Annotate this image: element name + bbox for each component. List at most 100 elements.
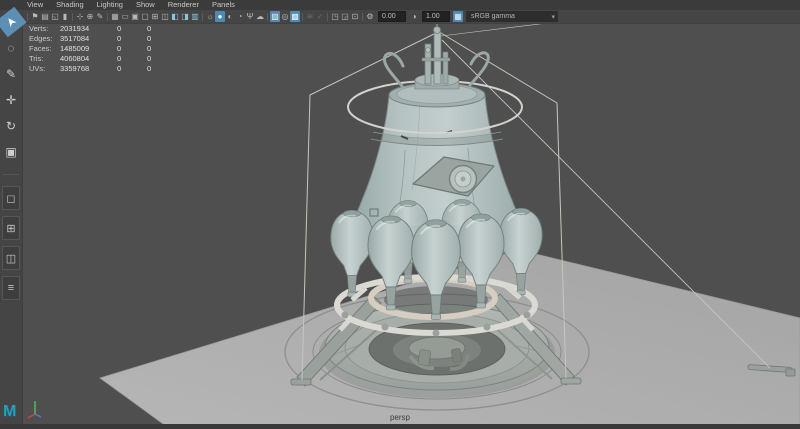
toolbar-icon-group: ◑: [409, 11, 419, 22]
frame-all-icon[interactable]: ◧: [170, 11, 180, 22]
two-pane-layout-button[interactable]: ◫: [2, 246, 20, 270]
menu-show[interactable]: Show: [136, 0, 155, 10]
wireframe-on-shaded-icon[interactable]: ◐: [225, 11, 235, 22]
resolution-gate-icon[interactable]: ▣: [130, 11, 140, 22]
field-chart-icon[interactable]: ⊕: [85, 11, 95, 22]
hud-label: Faces:: [29, 44, 60, 53]
chevron-down-icon: ▾: [551, 13, 555, 21]
hud-col1: 0: [117, 44, 147, 53]
hud-value: 3359768: [60, 64, 117, 73]
isolate-select-icon[interactable]: ⊹: [75, 11, 85, 22]
hud-col1: 0: [117, 34, 147, 43]
toolbar-separator: [267, 13, 268, 21]
hud-col2: 0: [147, 44, 177, 53]
panel-toolbar: ⚑▤◱▮⊹⊕✎▦▭▣▢⊞◫◧◨▥☼●◐◔Ψ☁▨◎▩≋✓◳◲⊡⚙ 0.00 ◑ 1…: [22, 10, 800, 24]
camera-label: persp: [0, 413, 800, 422]
grid-icon[interactable]: ▦: [110, 11, 120, 22]
menu-shading[interactable]: Shading: [56, 0, 84, 10]
safe-action-icon[interactable]: ⊞: [150, 11, 160, 22]
hud-value: 1485009: [60, 44, 117, 53]
snapshot-icon[interactable]: ◳: [330, 11, 340, 22]
toolbar-icon-group: ⚑▤◱▮ ⊹⊕✎ ▦▭▣▢⊞◫◧◨▥ ☼●◐◔Ψ☁ ▨◎▩ ≋✓ ◳◲⊡ ⚙: [25, 11, 375, 22]
fog-icon[interactable]: ≋: [305, 11, 315, 22]
grease-pencil-icon[interactable]: ▮: [60, 11, 70, 22]
toolbar-separator: [302, 13, 303, 21]
motion-blur-icon[interactable]: ▩: [290, 11, 300, 22]
shaded-display-icon[interactable]: ●: [215, 11, 225, 22]
toolbar-separator: [72, 13, 73, 21]
camera-attributes-icon[interactable]: ▥: [190, 11, 200, 22]
hud-row-verts: Verts: 2031934 0 0: [29, 23, 177, 33]
exposure-field[interactable]: 0.00: [378, 11, 406, 22]
tool-box-separator: [3, 174, 19, 175]
screen-space-ao-icon[interactable]: ▨: [270, 11, 280, 22]
menu-lighting[interactable]: Lighting: [97, 0, 123, 10]
hud-col1: 0: [117, 54, 147, 63]
hud-row-uvs: UVs: 3359768 0 0: [29, 63, 177, 73]
hud-col1: 0: [117, 64, 147, 73]
hud-value: 3517084: [60, 34, 117, 43]
hud-label: UVs:: [29, 64, 60, 73]
hud-col2: 0: [147, 54, 177, 63]
toolbar-icon-group: ▦: [453, 11, 463, 22]
hud-col2: 0: [147, 34, 177, 43]
hud-col2: 0: [147, 24, 177, 33]
textured-display-icon[interactable]: ◔: [235, 11, 245, 22]
hud-value: 2031934: [60, 24, 117, 33]
menu-view[interactable]: View: [27, 0, 43, 10]
use-all-lights-icon[interactable]: Ψ: [245, 11, 255, 22]
viewport-bottom-edge: [0, 424, 800, 429]
toolbar-separator: [362, 13, 363, 21]
hud-value: 4060804: [60, 54, 117, 63]
rotate-tool-button[interactable]: ↻: [1, 114, 21, 138]
film-gate-icon[interactable]: ▭: [120, 11, 130, 22]
tool-box: ➤◌✎✛↻▣ ◻ ⊞ ◫ ≡ M: [0, 10, 23, 429]
move-tool-button[interactable]: ✛: [1, 88, 21, 112]
hud-col1: 0: [117, 24, 147, 33]
single-pane-layout-button[interactable]: ◻: [2, 186, 20, 210]
pencil-icon[interactable]: ✎: [95, 11, 105, 22]
gamma-correct-icon[interactable]: ✓: [315, 11, 325, 22]
sequence-icon[interactable]: ◲: [340, 11, 350, 22]
toolbar-separator: [107, 13, 108, 21]
maya-logo: M: [3, 404, 16, 420]
scale-tool-button[interactable]: ▣: [1, 140, 21, 164]
select-tool-button[interactable]: ➤: [0, 7, 27, 38]
toolbar-separator: [202, 13, 203, 21]
exposure-icon[interactable]: ⚙: [365, 11, 375, 22]
panel-menu-bar: View Shading Lighting Show Renderer Pane…: [0, 0, 800, 10]
hud-col2: 0: [147, 64, 177, 73]
depth-of-field-icon[interactable]: ◎: [280, 11, 290, 22]
tool-list: ➤◌✎✛↻▣: [1, 10, 21, 166]
hud-row-tris: Tris: 4060804 0 0: [29, 53, 177, 63]
lasso-select-tool-button[interactable]: ◌: [1, 36, 21, 60]
hud-label: Verts:: [29, 24, 60, 33]
bookmark-icon[interactable]: ⚑: [30, 11, 40, 22]
view-transform-icon[interactable]: ▦: [453, 11, 463, 22]
toolbar-separator: [327, 13, 328, 21]
layout-list: ◻ ⊞ ◫ ≡: [2, 183, 20, 303]
safe-title-icon[interactable]: ◫: [160, 11, 170, 22]
paint-select-tool-button[interactable]: ✎: [1, 62, 21, 86]
pan-zoom-icon[interactable]: ◱: [50, 11, 60, 22]
gate-mask-icon[interactable]: ▢: [140, 11, 150, 22]
shadows-icon[interactable]: ☁: [255, 11, 265, 22]
gamma-field[interactable]: 1.00: [422, 11, 450, 22]
four-pane-layout-button[interactable]: ⊞: [2, 216, 20, 240]
exposure-toggle-icon[interactable]: ⊡: [350, 11, 360, 22]
top-pipes: [384, 27, 488, 87]
menu-panels[interactable]: Panels: [212, 0, 235, 10]
view-transform-select[interactable]: sRGB gamma ▾: [466, 11, 558, 22]
default-material-icon[interactable]: ☼: [205, 11, 215, 22]
image-plane-icon[interactable]: ▤: [40, 11, 50, 22]
gamma-icon[interactable]: ◑: [409, 11, 419, 22]
poly-count-hud: Verts: 2031934 0 0 Edges: 3517084 0 0 Fa…: [29, 23, 177, 73]
frame-selected-icon[interactable]: ◨: [180, 11, 190, 22]
outliner-persp-layout-button[interactable]: ≡: [2, 276, 20, 300]
menu-renderer[interactable]: Renderer: [168, 0, 199, 10]
hud-row-faces: Faces: 1485009 0 0: [29, 43, 177, 53]
maya-viewport-window: View Shading Lighting Show Renderer Pane…: [0, 0, 800, 429]
hud-label: Tris:: [29, 54, 60, 63]
hud-row-edges: Edges: 3517084 0 0: [29, 33, 177, 43]
toolbar-separator: [27, 13, 28, 21]
